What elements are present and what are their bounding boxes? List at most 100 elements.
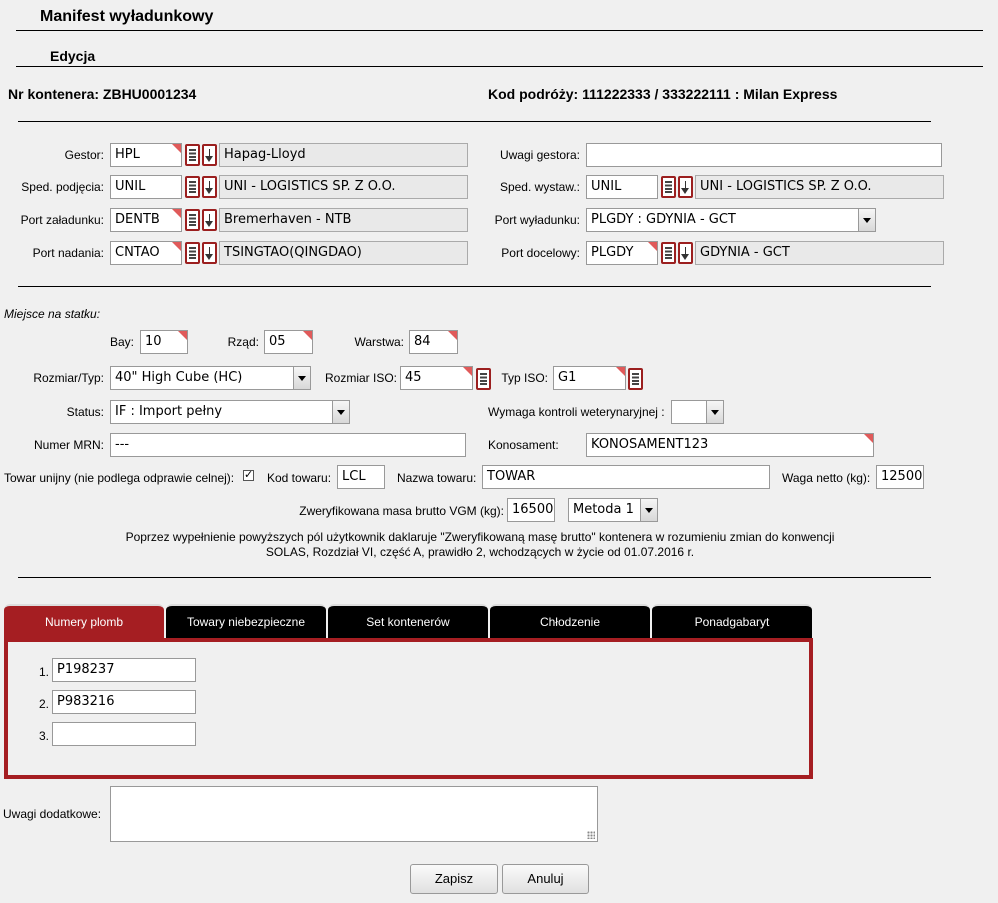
vgm-method-select[interactable]: Metoda 1 (568, 498, 658, 522)
chevron-down-icon[interactable] (858, 209, 875, 231)
row-input[interactable]: 05 (264, 330, 313, 354)
cancel-button[interactable]: Anuluj (502, 864, 589, 894)
tab-chlodzenie[interactable]: Chłodzenie (490, 604, 650, 638)
divider (16, 66, 983, 67)
seal-input[interactable] (52, 722, 196, 746)
status-label: Status: (66, 405, 104, 419)
sped-wystaw-label: Sped. wystaw.: (499, 180, 580, 194)
iso-type-input[interactable]: G1 (553, 366, 626, 390)
sped-wystaw-code-input[interactable]: UNIL (586, 175, 658, 199)
list-icon[interactable] (476, 368, 491, 390)
net-weight-input[interactable]: 12500 (876, 465, 924, 489)
resize-grip-icon[interactable] (587, 831, 595, 839)
iso-size-label: Rozmiar ISO: (324, 371, 397, 385)
port-nadania-code-input[interactable]: CNTAO (110, 241, 182, 265)
sped-podjecia-label: Sped. podjęcia: (21, 180, 104, 194)
seal-number-label: 3. (38, 729, 49, 743)
size-type-select[interactable]: 40" High Cube (HC) (110, 366, 311, 390)
remarks-textarea[interactable] (110, 786, 598, 842)
vgm-label: Zweryfikowana masa brutto VGM (kg): (299, 504, 504, 518)
port-wyladunku-value: PLGDY : GDYNIA - GCT (591, 212, 736, 227)
bol-label: Konosament: (488, 438, 559, 452)
voyage-code: Kod podróży: 111222333 / 333222111 : Mil… (488, 86, 838, 102)
list-icon[interactable] (628, 368, 643, 390)
status-select[interactable]: IF : Import pełny (110, 400, 350, 424)
seal-input[interactable]: P198237 (52, 658, 196, 682)
uwagi-gestora-label: Uwagi gestora: (499, 148, 580, 162)
save-button[interactable]: Zapisz (410, 864, 498, 894)
divider (18, 577, 931, 578)
port-nadania-name-field: TSINGTAO(QINGDAO) (219, 241, 468, 265)
size-type-label: Rozmiar/Typ: (33, 371, 104, 385)
bol-input[interactable]: KONOSAMENT123 (586, 433, 874, 457)
download-icon[interactable] (678, 176, 693, 198)
seals-panel: 1. P198237 2. P983216 3. (4, 638, 813, 779)
goods-name-input[interactable]: TOWAR (482, 465, 770, 489)
tier-label: Warstwa: (354, 335, 404, 349)
list-icon[interactable] (185, 242, 200, 264)
size-type-value: 40" High Cube (HC) (115, 370, 243, 385)
tab-set-kontenerow[interactable]: Set kontenerów (328, 604, 488, 638)
gestor-label: Gestor: (64, 148, 104, 162)
union-goods-checkbox[interactable]: ✓ (243, 470, 254, 481)
net-weight-label: Waga netto (kg): (782, 471, 871, 485)
divider (18, 121, 931, 122)
port-zaladunku-code-input[interactable]: DENTB (110, 208, 182, 232)
port-zaladunku-name-field: Bremerhaven - NTB (219, 208, 468, 232)
remarks-label: Uwagi dodatkowe: (3, 807, 102, 821)
port-wyladunku-label: Port wyładunku: (494, 213, 580, 227)
mrn-label: Numer MRN: (33, 438, 104, 452)
tab-towary-niebezpieczne[interactable]: Towary niebezpieczne (166, 604, 326, 638)
page-subtitle: Edycja (50, 48, 96, 64)
port-docelowy-code-input[interactable]: PLGDY (586, 241, 658, 265)
stowage-section-label: Miejsce na statku: (4, 307, 101, 321)
list-icon[interactable] (661, 242, 676, 264)
goods-code-label: Kod towaru: (267, 471, 332, 485)
download-icon[interactable] (202, 176, 217, 198)
bay-input[interactable]: 10 (140, 330, 188, 354)
chevron-down-icon[interactable] (293, 367, 310, 389)
vgm-method-value: Metoda 1 (573, 502, 634, 517)
uwagi-gestora-input[interactable] (586, 143, 942, 167)
vet-label: Wymaga kontroli weterynaryjnej : (488, 405, 665, 419)
chevron-down-icon[interactable] (706, 401, 723, 423)
union-goods-label: Towar unijny (nie podlega odprawie celne… (4, 471, 235, 485)
iso-size-input[interactable]: 45 (400, 366, 473, 390)
chevron-down-icon[interactable] (332, 401, 349, 423)
seal-number-label: 2. (38, 697, 49, 711)
gestor-code-input[interactable]: HPL (110, 143, 182, 167)
row-label: Rząd: (227, 335, 259, 349)
download-icon[interactable] (202, 209, 217, 231)
container-number: Nr kontenera: ZBHU0001234 (8, 86, 197, 102)
download-icon[interactable] (202, 144, 217, 166)
goods-name-label: Nazwa towaru: (397, 471, 477, 485)
port-nadania-label: Port nadania: (32, 246, 104, 260)
chevron-down-icon[interactable] (640, 499, 657, 521)
vet-select[interactable] (671, 400, 724, 424)
list-icon[interactable] (185, 176, 200, 198)
vgm-declaration-line2: SOLAS, Rozdział VI, część A, prawidło 2,… (265, 545, 695, 559)
divider (18, 286, 931, 287)
seal-number-label: 1. (38, 665, 49, 679)
divider (16, 30, 983, 31)
list-icon[interactable] (661, 176, 676, 198)
vgm-input[interactable]: 16500 (507, 498, 555, 522)
seal-input[interactable]: P983216 (52, 690, 196, 714)
tab-ponadgabaryt[interactable]: Ponadgabaryt (652, 604, 812, 638)
port-wyladunku-select[interactable]: PLGDY : GDYNIA - GCT (586, 208, 876, 232)
download-icon[interactable] (202, 242, 217, 264)
tab-numery-plomb[interactable]: Numery plomb (4, 604, 164, 638)
mrn-input[interactable]: --- (110, 433, 466, 457)
goods-code-input[interactable]: LCL (337, 465, 385, 489)
port-docelowy-label: Port docelowy: (501, 246, 580, 260)
download-icon[interactable] (678, 242, 693, 264)
tier-input[interactable]: 84 (409, 330, 458, 354)
iso-type-label: Typ ISO: (501, 371, 548, 385)
port-docelowy-name-field: GDYNIA - GCT (695, 241, 944, 265)
sped-podjecia-code-input[interactable]: UNIL (110, 175, 182, 199)
list-icon[interactable] (185, 209, 200, 231)
gestor-name-field: Hapag-Lloyd (219, 143, 468, 167)
status-value: IF : Import pełny (115, 404, 223, 419)
list-icon[interactable] (185, 144, 200, 166)
sped-podjecia-name-field: UNI - LOGISTICS SP. Z O.O. (219, 175, 468, 199)
